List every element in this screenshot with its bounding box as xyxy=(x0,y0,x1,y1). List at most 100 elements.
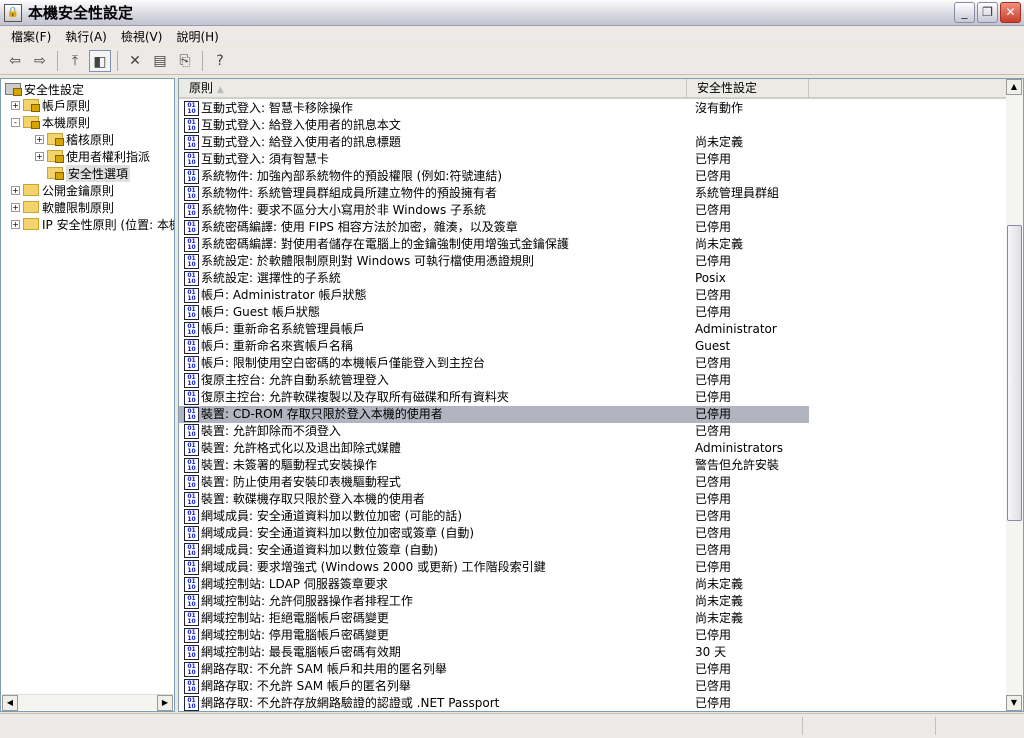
table-row[interactable]: 01 10 裝置: 防止使用者安裝印表機驅動程式 已啓用 xyxy=(179,474,1007,491)
scroll-down-button[interactable]: ▼ xyxy=(1006,695,1022,711)
policy-icon: 01 10 xyxy=(184,407,199,422)
table-row[interactable]: 01 10 網域控制站: 最長電腦帳戶密碼有效期 30 天 xyxy=(179,644,1007,661)
table-row[interactable]: 01 10 系統物件: 加強內部系統物件的預設權限 (例如:符號連結) 已啓用 xyxy=(179,168,1007,185)
table-row[interactable]: 01 10 網域控制站: LDAP 伺服器簽章要求 尚未定義 xyxy=(179,576,1007,593)
policy-name: 裝置: CD-ROM 存取只限於登入本機的使用者 xyxy=(201,406,443,423)
column-header-policy[interactable]: 原則 ▲ xyxy=(179,79,687,98)
table-row[interactable]: 01 10 帳戶: Administrator 帳戶狀態 已啓用 xyxy=(179,287,1007,304)
list-vertical-scrollbar[interactable]: ▲ ▼ xyxy=(1006,79,1023,711)
table-row[interactable]: 01 10 系統設定: 於軟體限制原則對 Windows 可執行檔使用憑證規則 已停用 xyxy=(179,253,1007,270)
restore-button[interactable]: ❐ xyxy=(977,2,998,23)
table-row[interactable]: 01 10 互動式登入: 給登入使用者的訊息標題 尚未定義 xyxy=(179,134,1007,151)
policy-name: 網路存取: 不允許 SAM 帳戶和共用的匿名列舉 xyxy=(201,662,447,676)
tree-item[interactable]: + IP 安全性原則 (位置: 本機 xyxy=(11,216,174,232)
table-row[interactable]: 01 10 網域控制站: 拒絕電腦帳戶密碼變更 尚未定義 xyxy=(179,610,1007,627)
policy-icon: 01 10 xyxy=(184,458,199,473)
table-row[interactable]: 01 10 網域成員: 安全通道資料加以數位加密或簽章 (自動) 已啓用 xyxy=(179,525,1007,542)
policy-icon: 01 10 xyxy=(184,662,199,677)
delete-icon[interactable]: ✕ xyxy=(124,50,146,72)
policy-name: 互動式登入: 智慧卡移除操作 xyxy=(201,101,353,115)
tree-item[interactable]: 安全性選項 xyxy=(35,164,131,182)
table-row[interactable]: 01 10 網路存取: 不允許存放網路驗證的認證或 .NET Passport 已停用 xyxy=(179,695,1007,711)
table-row[interactable]: 01 10 互動式登入: 須有智慧卡 已停用 xyxy=(179,151,1007,168)
policy-name: 網域控制站: LDAP 伺服器簽章要求 xyxy=(201,577,388,591)
table-row[interactable]: 01 10 系統物件: 要求不區分大小寫用於非 Windows 子系統 已啓用 xyxy=(179,202,1007,219)
tree-item-label: 公開金鑰原則 xyxy=(42,183,115,198)
menu-action[interactable]: 執行(A) xyxy=(58,28,114,45)
show-hide-tree-icon[interactable]: ◧ xyxy=(89,49,111,72)
tree-horizontal-scrollbar[interactable]: ◀ ▶ xyxy=(2,694,173,711)
policy-icon: 01 10 xyxy=(184,526,199,541)
policy-setting: 沒有動作 xyxy=(695,101,744,115)
scrollbar-thumb[interactable] xyxy=(1007,225,1022,521)
properties-icon[interactable]: ▤ xyxy=(149,50,171,72)
table-row[interactable]: 01 10 系統密碼編譯: 對使用者儲存在電腦上的金鑰強制使用增強式金鑰保護 尚未定義 xyxy=(179,236,1007,253)
table-row[interactable]: 01 10 網域成員: 安全通道資料加以數位加密 (可能的話) 已啓用 xyxy=(179,508,1007,525)
table-row[interactable]: 01 10 裝置: 未簽署的驅動程式安裝操作 警告但允許安裝 xyxy=(179,457,1007,474)
tree-item[interactable]: + 稽核原則 xyxy=(35,131,114,147)
table-row[interactable]: 01 10 系統物件: 系統管理員群組成員所建立物件的預設擁有者 系統管理員群組 xyxy=(179,185,1007,202)
folder-icon xyxy=(23,116,40,129)
table-row[interactable]: 01 10 復原主控台: 允許軟碟複製以及存取所有磁碟和所有資料夾 已停用 xyxy=(179,389,1007,406)
expand-toggle-icon[interactable]: + xyxy=(11,219,20,229)
table-row[interactable]: 01 10 互動式登入: 智慧卡移除操作 沒有動作 xyxy=(179,100,1007,117)
table-row[interactable]: 01 10 網域成員: 安全通道資料加以數位簽章 (自動) 已啓用 xyxy=(179,542,1007,559)
table-row[interactable]: 01 10 帳戶: 重新命名來賓帳戶名稱 Guest xyxy=(179,338,1007,355)
folder-icon xyxy=(47,133,64,146)
tree-item[interactable]: + 公開金鑰原則 xyxy=(11,182,114,198)
up-folder-icon[interactable]: ⤒ xyxy=(64,50,86,72)
policy-icon: 01 10 xyxy=(184,492,199,507)
policy-setting: 尚未定義 xyxy=(695,237,744,251)
table-row[interactable]: 01 10 裝置: 允許格式化以及退出卸除式媒體 Administrators xyxy=(179,440,1007,457)
security-settings-icon xyxy=(5,83,22,96)
table-row[interactable]: 01 10 帳戶: 重新命名系統管理員帳戶 Administrator xyxy=(179,321,1007,338)
close-button[interactable]: ✕ xyxy=(1000,2,1021,23)
policy-setting: 已停用 xyxy=(695,220,732,234)
table-row[interactable]: 01 10 網路存取: 不允許 SAM 帳戶和共用的匿名列舉 已停用 xyxy=(179,661,1007,678)
tree-item[interactable]: + 帳戶原則 xyxy=(11,97,90,113)
forward-arrow-icon[interactable]: ⇨ xyxy=(29,50,51,72)
scroll-right-button[interactable]: ▶ xyxy=(157,695,173,711)
table-row[interactable]: 01 10 系統設定: 選擇性的子系統 Posix xyxy=(179,270,1007,287)
policy-icon: 01 10 xyxy=(184,339,199,354)
policy-setting: 已啓用 xyxy=(695,424,732,438)
back-arrow-icon[interactable]: ⇦ xyxy=(4,50,26,72)
menu-help[interactable]: 說明(H) xyxy=(169,28,225,45)
policy-setting: 已停用 xyxy=(695,628,732,642)
table-row[interactable]: 01 10 帳戶: Guest 帳戶狀態 已停用 xyxy=(179,304,1007,321)
expand-toggle-icon[interactable]: + xyxy=(11,202,20,212)
expand-toggle-icon[interactable]: + xyxy=(11,100,20,110)
table-row[interactable]: 01 10 網路存取: 不允許 SAM 帳戶的匿名列舉 已啓用 xyxy=(179,678,1007,695)
help-icon[interactable]: ? xyxy=(209,50,231,72)
policy-name: 互動式登入: 給登入使用者的訊息本文 xyxy=(201,118,401,132)
expand-toggle-icon[interactable]: + xyxy=(35,134,44,144)
tree-item[interactable]: + 軟體限制原則 xyxy=(11,199,114,215)
scroll-left-button[interactable]: ◀ xyxy=(2,695,18,711)
expand-toggle-icon[interactable]: - xyxy=(11,117,20,127)
expand-toggle-icon[interactable]: + xyxy=(35,151,44,161)
table-row[interactable]: 01 10 網域成員: 要求增強式 (Windows 2000 或更新) 工作階段索… xyxy=(179,559,1007,576)
policy-icon: 01 10 xyxy=(184,373,199,388)
expand-toggle-icon[interactable]: + xyxy=(11,185,20,195)
table-row[interactable]: 01 10 系統密碼編譯: 使用 FIPS 相容方法於加密，雜湊，以及簽章 已停用 xyxy=(179,219,1007,236)
table-row[interactable]: 01 10 互動式登入: 給登入使用者的訊息本文 xyxy=(179,117,1007,134)
table-row[interactable]: 01 10 網域控制站: 允許伺服器操作者排程工作 尚未定義 xyxy=(179,593,1007,610)
menu-file[interactable]: 檔案(F) xyxy=(4,28,58,45)
table-row[interactable]: 01 10 裝置: 允許卸除而不須登入 已啓用 xyxy=(179,423,1007,440)
tree-item[interactable]: - 本機原則 xyxy=(11,114,90,130)
table-row[interactable]: 01 10 裝置: CD-ROM 存取只限於登入本機的使用者 已停用 xyxy=(179,406,1007,423)
tree-item-label: 使用者權利指派 xyxy=(66,149,151,164)
tree-item[interactable]: + 使用者權利指派 xyxy=(35,148,150,164)
table-row[interactable]: 01 10 網域控制站: 停用電腦帳戶密碼變更 已停用 xyxy=(179,627,1007,644)
export-list-icon[interactable]: ⎘ xyxy=(174,50,196,72)
policy-name: 網域控制站: 允許伺服器操作者排程工作 xyxy=(201,594,413,608)
menu-view[interactable]: 檢視(V) xyxy=(114,28,170,45)
tree-root[interactable]: 安全性設定 xyxy=(5,81,84,97)
policy-icon: 01 10 xyxy=(184,475,199,490)
table-row[interactable]: 01 10 裝置: 軟碟機存取只限於登入本機的使用者 已停用 xyxy=(179,491,1007,508)
table-row[interactable]: 01 10 帳戶: 限制使用空白密碼的本機帳戶僅能登入到主控台 已啓用 xyxy=(179,355,1007,372)
scroll-up-button[interactable]: ▲ xyxy=(1006,79,1022,95)
minimize-button[interactable]: _ xyxy=(954,2,975,23)
column-header-setting[interactable]: 安全性設定 xyxy=(687,79,809,98)
table-row[interactable]: 01 10 復原主控台: 允許自動系統管理登入 已停用 xyxy=(179,372,1007,389)
